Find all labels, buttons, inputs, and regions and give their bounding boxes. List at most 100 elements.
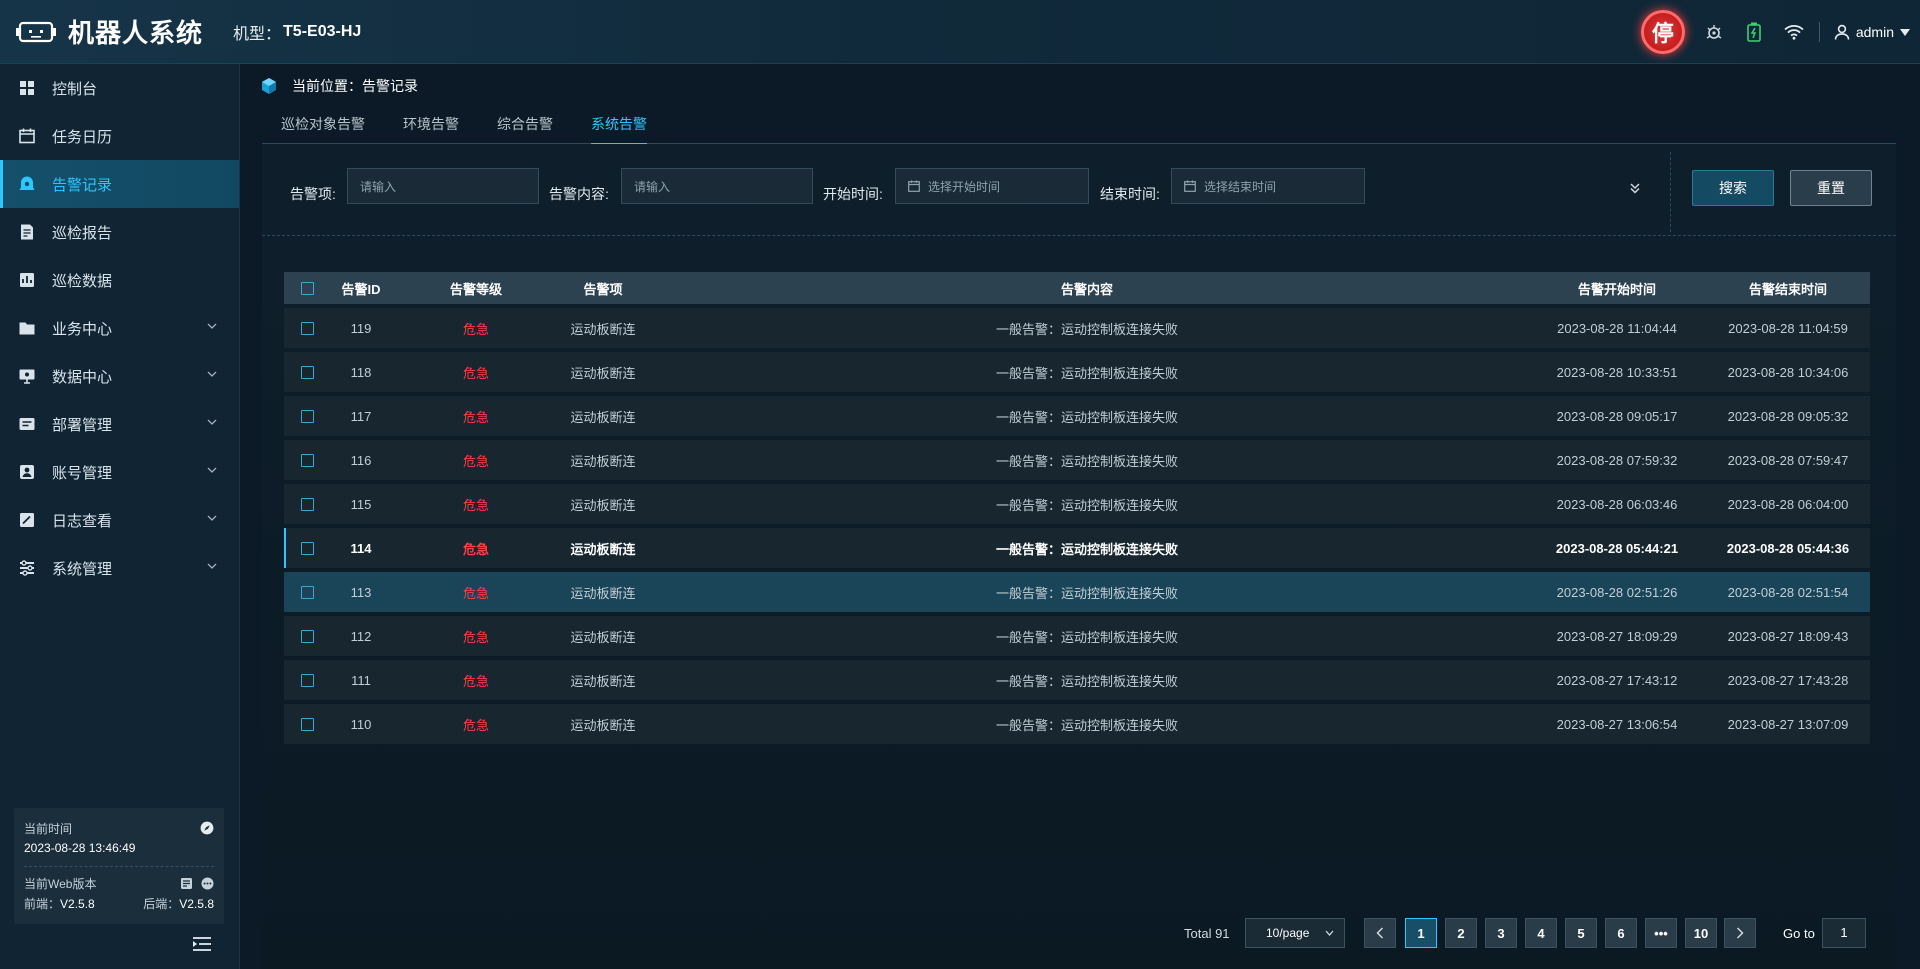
page-button[interactable]: 2 bbox=[1445, 918, 1477, 948]
page-button[interactable]: 6 bbox=[1605, 918, 1637, 948]
sidebar-item-settings[interactable]: 系统管理 bbox=[0, 544, 239, 592]
log-icon bbox=[20, 513, 34, 527]
goto-page-input[interactable]: 1 bbox=[1822, 918, 1866, 948]
emergency-stop-button[interactable]: 停 bbox=[1640, 10, 1685, 54]
info-divider bbox=[24, 866, 214, 867]
row-checkbox[interactable] bbox=[300, 673, 314, 687]
sidebar-item-report[interactable]: 巡检报告 bbox=[0, 208, 239, 256]
row-select-cell bbox=[284, 717, 330, 731]
more-pages-button[interactable]: ••• bbox=[1645, 918, 1677, 948]
filter-bar: 告警项: 请输入 告警内容: 请输入 开始时间: 选择开始时间 结束时间: 选择… bbox=[262, 144, 1896, 236]
tab-2[interactable]: 综合告警 bbox=[478, 104, 572, 144]
page-button[interactable]: 5 bbox=[1565, 918, 1597, 948]
tab-3[interactable]: 系统告警 bbox=[572, 104, 666, 145]
table-row[interactable]: 119 危急 运动板断连 一般告警：运动控制板连接失败 2023-08-28 11:04… bbox=[284, 308, 1870, 348]
row-select-cell bbox=[284, 409, 330, 423]
alarm-end-time: 2023-08-28 06:04:00 bbox=[1727, 496, 1849, 512]
row-checkbox[interactable] bbox=[300, 409, 314, 423]
alarm-end-time: 2023-08-28 05:44:36 bbox=[1726, 540, 1850, 556]
select-all-checkbox[interactable] bbox=[300, 281, 314, 295]
more-icon[interactable] bbox=[201, 877, 214, 890]
table-row[interactable]: 118 危急 运动板断连 一般告警：运动控制板连接失败 2023-08-28 10:33… bbox=[284, 352, 1870, 392]
robot-logo-icon bbox=[16, 21, 56, 42]
compass-icon[interactable] bbox=[200, 821, 214, 835]
alarm-content-input[interactable]: 请输入 bbox=[621, 168, 813, 204]
page-button[interactable]: 1 bbox=[1405, 918, 1437, 948]
row-checkbox[interactable] bbox=[300, 629, 314, 643]
sidebar-item-alarm[interactable]: 告警记录 bbox=[0, 160, 239, 208]
alarm-end-time: 2023-08-28 10:34:06 bbox=[1727, 364, 1849, 380]
reset-button[interactable]: 重置 bbox=[1790, 170, 1872, 206]
sidebar-item-log[interactable]: 日志查看 bbox=[0, 496, 239, 544]
search-button[interactable]: 搜索 bbox=[1692, 170, 1774, 206]
tab-0[interactable]: 巡检对象告警 bbox=[262, 104, 384, 144]
frontend-label: 前端： bbox=[24, 896, 61, 911]
alarm-level: 危急 bbox=[462, 497, 489, 513]
row-checkbox[interactable] bbox=[300, 541, 314, 555]
alarm-content: 一般告警：运动控制板连接失败 bbox=[995, 673, 1178, 689]
col-header-end-time[interactable]: 告警结束时间 bbox=[1706, 279, 1870, 298]
wifi-icon bbox=[1783, 21, 1805, 43]
row-select-cell bbox=[284, 365, 330, 379]
table-row[interactable]: 117 危急 运动板断连 一般告警：运动控制板连接失败 2023-08-28 09:05… bbox=[284, 396, 1870, 436]
page-size-value: 10/page bbox=[1266, 926, 1310, 940]
page-button[interactable]: 3 bbox=[1485, 918, 1517, 948]
chevron-down-icon bbox=[207, 515, 217, 521]
calendar-icon bbox=[19, 128, 35, 144]
row-checkbox[interactable] bbox=[300, 321, 314, 335]
start-time-picker[interactable]: 选择开始时间 bbox=[895, 168, 1089, 204]
frontend-version: V2.5.8 bbox=[60, 896, 95, 911]
table-row[interactable]: 115 危急 运动板断连 一般告警：运动控制板连接失败 2023-08-28 06:03… bbox=[284, 484, 1870, 524]
row-checkbox[interactable] bbox=[300, 365, 314, 379]
next-page-button[interactable] bbox=[1724, 918, 1756, 948]
expand-filters-icon[interactable] bbox=[1629, 182, 1641, 194]
chevron-down-icon bbox=[207, 563, 217, 569]
alarm-end-time: 2023-08-28 02:51:54 bbox=[1727, 584, 1849, 600]
page-size-select[interactable]: 10/page bbox=[1245, 918, 1345, 948]
page-button[interactable]: 4 bbox=[1525, 918, 1557, 948]
col-header-id[interactable]: 告警ID bbox=[330, 279, 392, 298]
table-row[interactable]: 112 危急 运动板断连 一般告警：运动控制板连接失败 2023-08-27 18:09… bbox=[284, 616, 1870, 656]
table-body: 119 危急 运动板断连 一般告警：运动控制板连接失败 2023-08-28 11:04… bbox=[284, 308, 1870, 744]
sidebar-item-folder[interactable]: 业务中心 bbox=[0, 304, 239, 352]
col-header-level[interactable]: 告警等级 bbox=[392, 279, 560, 298]
sidebar-item-label: 日志查看 bbox=[52, 512, 113, 530]
cube-icon bbox=[262, 78, 276, 94]
prev-page-button[interactable] bbox=[1364, 918, 1396, 948]
alarm-id: 118 bbox=[350, 364, 372, 380]
fan-alarm-icon[interactable] bbox=[1703, 21, 1725, 43]
row-checkbox[interactable] bbox=[300, 717, 314, 731]
notes-icon[interactable] bbox=[180, 877, 193, 890]
col-header-item[interactable]: 告警项 bbox=[560, 279, 646, 298]
table-row[interactable]: 113 危急 运动板断连 一般告警：运动控制板连接失败 2023-08-28 02:51… bbox=[284, 572, 1870, 612]
alarm-id: 112 bbox=[350, 628, 372, 644]
table-row[interactable]: 111 危急 运动板断连 一般告警：运动控制板连接失败 2023-08-27 17:43… bbox=[284, 660, 1870, 700]
alarm-start-time: 2023-08-28 07:59:32 bbox=[1556, 452, 1678, 468]
page-button[interactable]: 10 bbox=[1685, 918, 1717, 948]
col-header-start-time[interactable]: 告警开始时间 bbox=[1528, 279, 1706, 298]
table-row[interactable]: 110 危急 运动板断连 一般告警：运动控制板连接失败 2023-08-27 13:06… bbox=[284, 704, 1870, 744]
col-header-content[interactable]: 告警内容 bbox=[646, 279, 1528, 298]
table-row[interactable]: 114 危急 运动板断连 一般告警：运动控制板连接失败 2023-08-28 05:44… bbox=[284, 528, 1870, 568]
row-checkbox[interactable] bbox=[300, 585, 314, 599]
sidebar-item-account[interactable]: 账号管理 bbox=[0, 448, 239, 496]
sidebar-item-monitor[interactable]: 数据中心 bbox=[0, 352, 239, 400]
alarm-start-time: 2023-08-27 13:06:54 bbox=[1556, 716, 1678, 732]
alarm-table: 告警ID 告警等级 告警项 告警内容 告警开始时间 告警结束时间 119 危急 运动… bbox=[284, 272, 1870, 744]
top-header: 机器人系统 机型： T5-E03-HJ 停 admin bbox=[0, 0, 1920, 64]
alarm-item: 运动板断连 bbox=[570, 497, 636, 513]
sidebar-item-calendar[interactable]: 任务日历 bbox=[0, 112, 239, 160]
system-info-panel: 当前时间 2023-08-28 13:46:49 当前Web版本 前端：V2.5… bbox=[14, 808, 224, 924]
start-time-placeholder: 选择开始时间 bbox=[928, 179, 1001, 194]
alarm-item: 运动板断连 bbox=[570, 541, 636, 557]
alarm-item-input[interactable]: 请输入 bbox=[347, 168, 539, 204]
user-menu[interactable]: admin bbox=[1834, 24, 1910, 40]
tab-1[interactable]: 环境告警 bbox=[384, 104, 478, 144]
sidebar-item-dashboard[interactable]: 控制台 bbox=[0, 64, 239, 112]
row-checkbox[interactable] bbox=[300, 453, 314, 467]
sidebar-item-data[interactable]: 巡检数据 bbox=[0, 256, 239, 304]
table-row[interactable]: 116 危急 运动板断连 一般告警：运动控制板连接失败 2023-08-28 07:59… bbox=[284, 440, 1870, 480]
end-time-picker[interactable]: 选择结束时间 bbox=[1171, 168, 1365, 204]
row-checkbox[interactable] bbox=[300, 497, 314, 511]
sidebar-item-deploy[interactable]: 部署管理 bbox=[0, 400, 239, 448]
